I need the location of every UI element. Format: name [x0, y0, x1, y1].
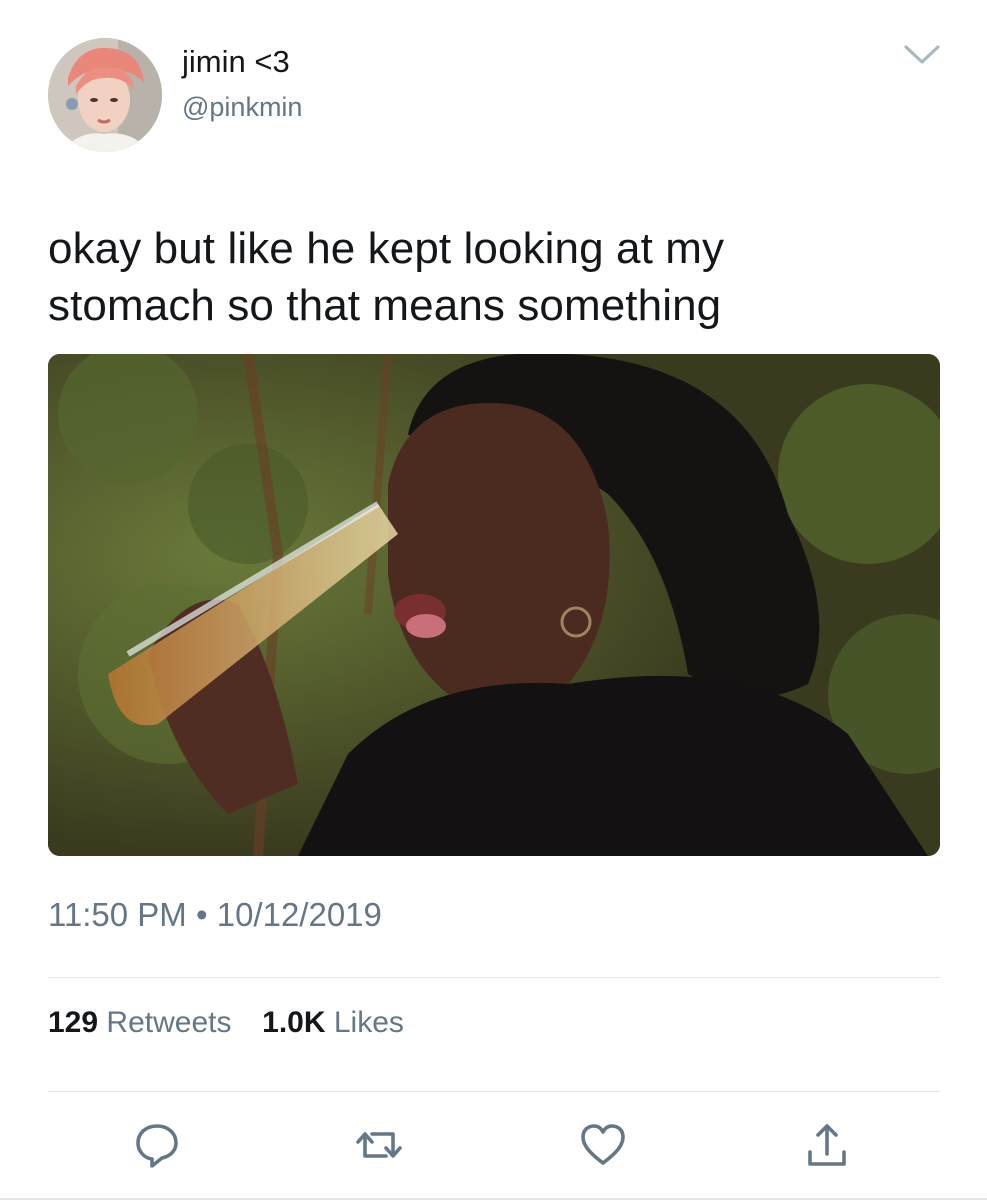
avatar-image [48, 38, 162, 152]
retweets-stat[interactable]: 129 Retweets [48, 1006, 240, 1039]
retweets-count: 129 [48, 1006, 99, 1039]
tweet-text: okay but like he kept looking at my stom… [48, 220, 928, 334]
heart-icon[interactable] [576, 1118, 630, 1172]
divider [48, 1091, 940, 1092]
avatar[interactable] [48, 38, 162, 152]
tweet-media[interactable] [48, 354, 940, 856]
tweet-timestamp[interactable]: 11:50 PM • 10/12/2019 [48, 896, 382, 934]
tweet-date: 10/12/2019 [216, 896, 382, 933]
retweets-label: Retweets [106, 1006, 232, 1039]
user-handle[interactable]: @pinkmin [182, 92, 302, 123]
chevron-down-icon[interactable] [902, 42, 942, 68]
timestamp-separator: • [195, 896, 208, 933]
divider [48, 977, 940, 978]
likes-label: Likes [333, 1006, 404, 1039]
tweet-actions [0, 1118, 987, 1178]
tweet-text-line: okay but like he kept looking at my [48, 224, 725, 273]
reply-icon[interactable] [130, 1118, 184, 1172]
likes-stat[interactable]: 1.0K Likes [262, 1006, 404, 1039]
tweet-text-line: stomach so that means something [48, 281, 722, 330]
likes-count: 1.0K [262, 1006, 326, 1039]
display-name[interactable]: jimin <3 [182, 44, 290, 80]
tweet-stats: 129 Retweets 1.0K Likes [48, 1006, 404, 1040]
retweet-icon[interactable] [352, 1118, 406, 1172]
media-image [48, 354, 940, 856]
share-icon[interactable] [800, 1118, 854, 1172]
tweet-time: 11:50 PM [48, 896, 187, 933]
